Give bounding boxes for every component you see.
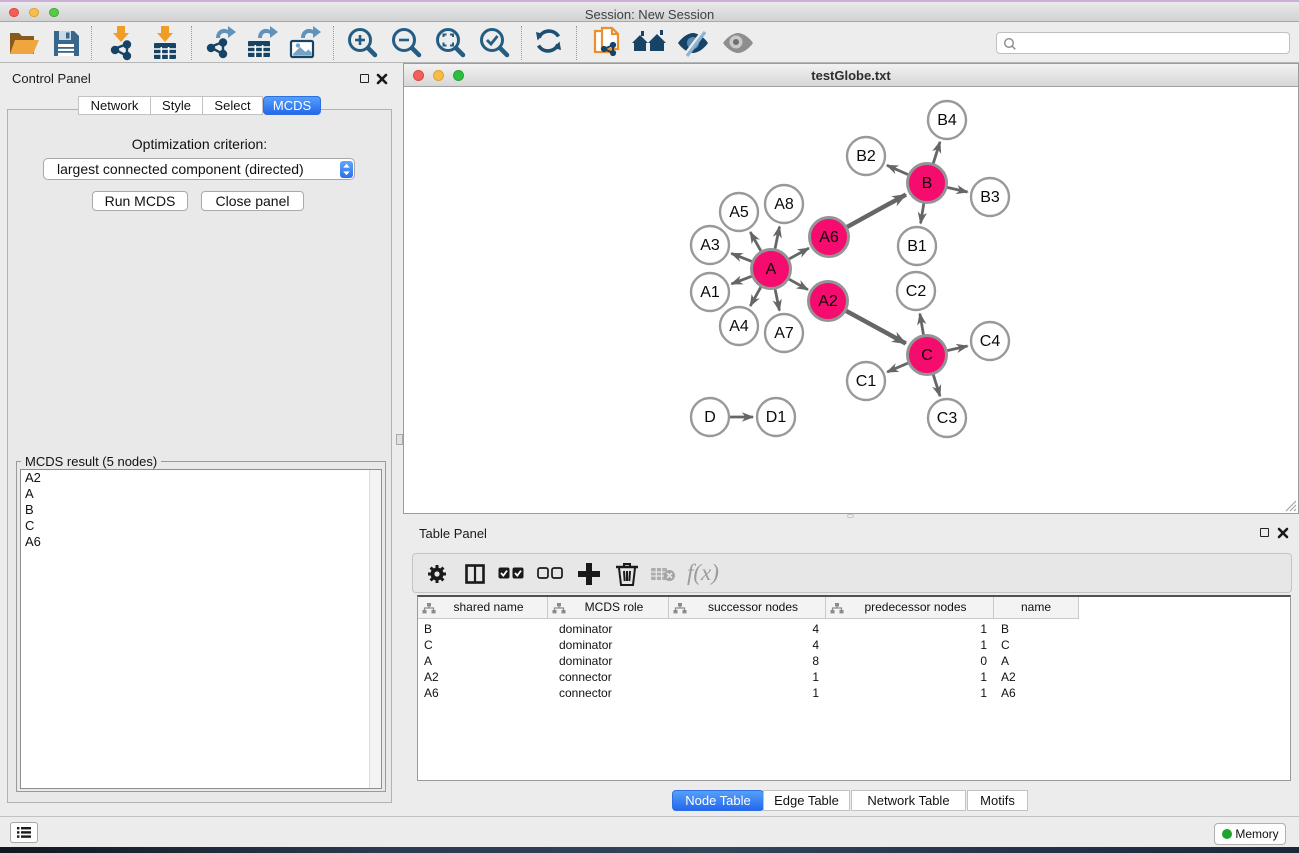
svg-text:B2: B2 [856,148,876,165]
svg-text:A6: A6 [819,229,839,246]
svg-text:A7: A7 [774,325,794,342]
svg-text:A5: A5 [729,204,749,221]
svg-text:C2: C2 [906,283,927,300]
svg-text:A3: A3 [700,237,720,254]
svg-text:B3: B3 [980,189,1000,206]
svg-text:B: B [922,175,933,192]
svg-text:B1: B1 [907,238,927,255]
svg-text:C1: C1 [856,373,877,390]
svg-text:C: C [921,347,933,364]
svg-text:A1: A1 [700,284,720,301]
svg-text:D: D [704,409,716,426]
svg-text:A2: A2 [818,293,838,310]
svg-text:A8: A8 [774,196,794,213]
svg-text:A: A [766,261,777,278]
svg-text:C4: C4 [980,333,1001,350]
svg-text:B4: B4 [937,112,957,129]
svg-text:C3: C3 [937,410,958,427]
svg-text:D1: D1 [766,409,787,426]
svg-text:A4: A4 [729,318,749,335]
